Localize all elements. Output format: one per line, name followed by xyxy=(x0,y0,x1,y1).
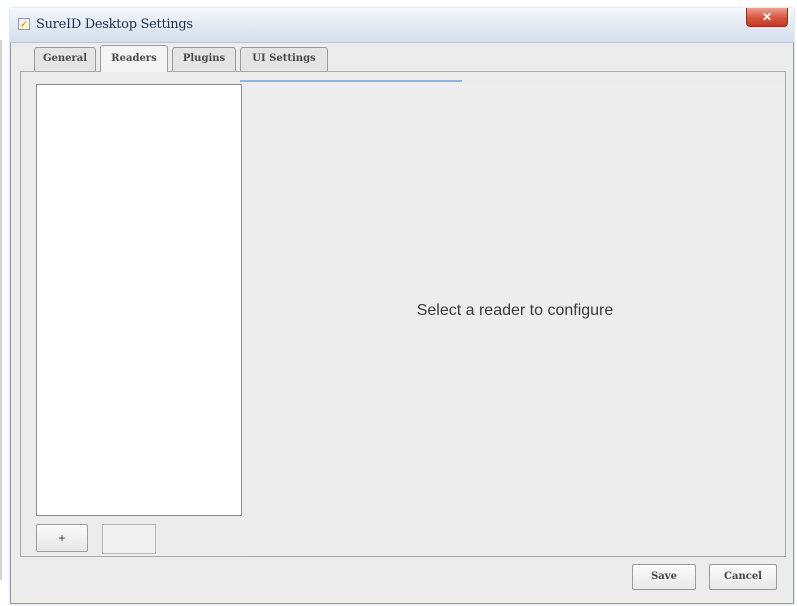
title-bar[interactable]: ✓ SureID Desktop Settings ✕ xyxy=(10,8,794,43)
close-button[interactable]: ✕ xyxy=(746,8,788,27)
screen-edge xyxy=(0,40,2,580)
app-icon: ✓ xyxy=(18,18,30,30)
reader-list[interactable] xyxy=(36,84,242,516)
window-title: SureID Desktop Settings xyxy=(36,17,193,32)
tab-accent-line xyxy=(240,80,462,82)
empty-state-message: Select a reader to configure xyxy=(416,302,614,319)
tab-plugins[interactable]: Plugins xyxy=(172,47,236,71)
tab-readers[interactable]: Readers xyxy=(100,45,168,72)
close-icon: ✕ xyxy=(761,10,773,24)
cancel-button[interactable]: Cancel xyxy=(709,564,777,590)
remove-reader-button[interactable] xyxy=(102,524,156,554)
tab-general[interactable]: General xyxy=(34,47,96,71)
save-button[interactable]: Save xyxy=(632,564,696,590)
add-reader-button[interactable]: + xyxy=(36,524,88,552)
tab-ui-settings[interactable]: UI Settings xyxy=(240,47,328,71)
